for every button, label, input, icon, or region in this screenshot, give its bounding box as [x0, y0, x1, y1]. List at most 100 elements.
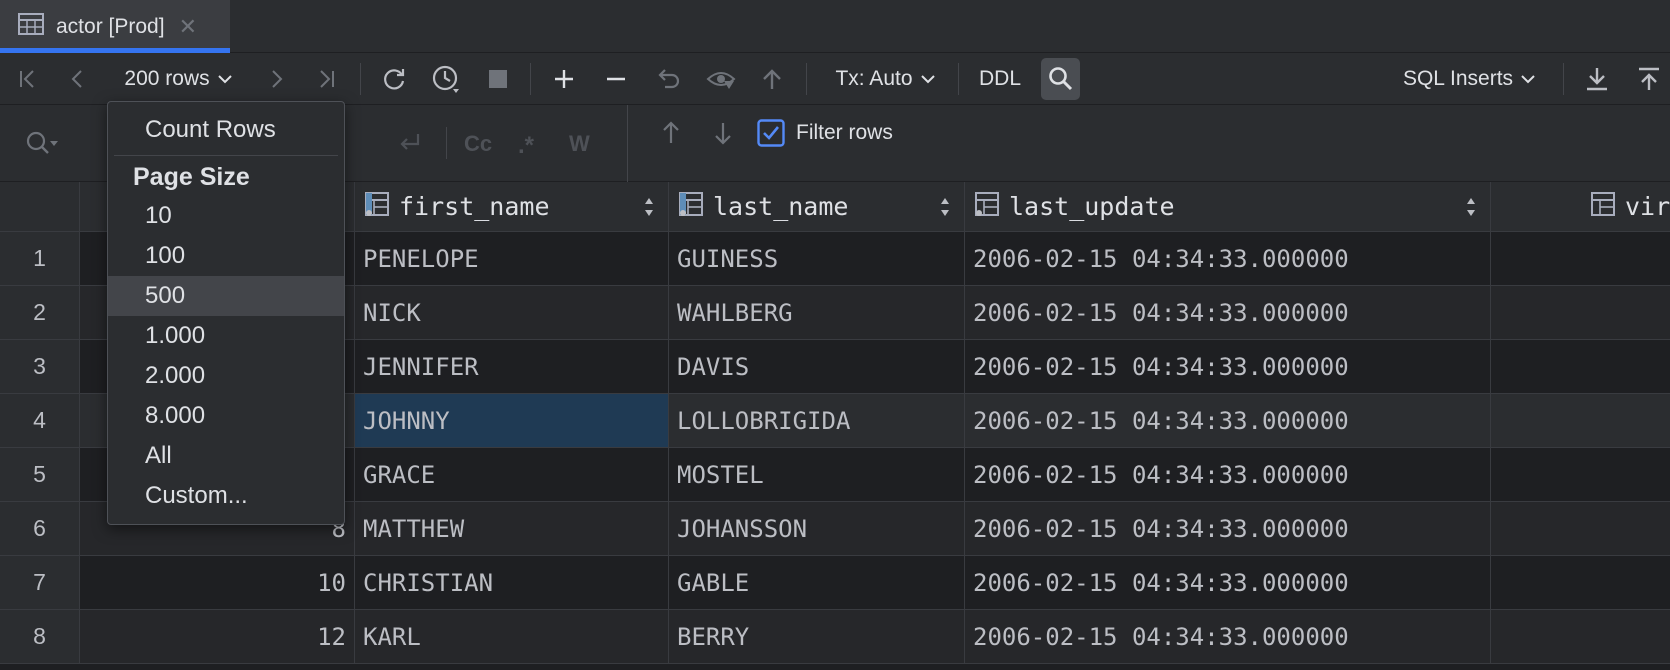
cell-last-update[interactable]: 2006-02-15 04:34:33.000000 — [965, 448, 1491, 501]
column-icon — [363, 190, 391, 223]
ddl-label: DDL — [978, 67, 1021, 90]
close-icon[interactable]: ✕ — [179, 14, 197, 40]
page-size-option-2000[interactable]: 2.000 — [108, 356, 344, 396]
cell-last-name[interactable]: BERRY — [669, 610, 965, 663]
sort-icon[interactable] — [1466, 197, 1476, 217]
chevron-down-icon — [920, 74, 935, 84]
cell-vir[interactable] — [1491, 394, 1670, 447]
filter-rows-checkbox[interactable] — [754, 105, 788, 161]
cell-vir[interactable] — [1491, 610, 1670, 663]
previous-match-icon[interactable] — [655, 105, 687, 161]
cell-last-update[interactable]: 2006-02-15 04:34:33.000000 — [965, 610, 1491, 663]
row-number[interactable]: 3 — [0, 340, 80, 393]
tab-actor-prod[interactable]: actor [Prod] ✕ — [0, 0, 230, 53]
cell-first-name[interactable]: CHRISTIAN — [355, 556, 669, 609]
delete-row-icon[interactable] — [600, 53, 632, 105]
last-page-icon[interactable] — [310, 53, 342, 105]
new-line-icon[interactable] — [392, 117, 426, 169]
upload-icon[interactable] — [1632, 53, 1666, 105]
table-row[interactable]: 8 12 KARL BERRY 2006-02-15 04:34:33.0000… — [0, 610, 1670, 664]
next-page-icon[interactable] — [260, 53, 292, 105]
sort-icon[interactable] — [644, 197, 654, 217]
cell-first-name[interactable]: JENNIFER — [355, 340, 669, 393]
cell-last-name[interactable]: WAHLBERG — [669, 286, 965, 339]
cell-last-name[interactable]: JOHANSSON — [669, 502, 965, 555]
page-size-option-100[interactable]: 100 — [108, 236, 344, 276]
cell-first-name[interactable]: KARL — [355, 610, 669, 663]
cell-last-update[interactable]: 2006-02-15 04:34:33.000000 — [965, 340, 1491, 393]
page-size-dropdown[interactable]: 200 rows — [112, 53, 244, 105]
page-size-option-custom[interactable]: Custom... — [108, 476, 344, 516]
cell-last-name[interactable]: GABLE — [669, 556, 965, 609]
cell-vir[interactable] — [1491, 286, 1670, 339]
match-case-icon[interactable]: Cc — [460, 117, 500, 169]
page-size-option-500[interactable]: 500 — [108, 276, 344, 316]
cell-last-update[interactable]: 2006-02-15 04:34:33.000000 — [965, 556, 1491, 609]
cell-vir[interactable] — [1491, 502, 1670, 555]
refresh-icon[interactable] — [378, 53, 410, 105]
row-number[interactable]: 8 — [0, 610, 80, 663]
page-size-header: Page Size — [133, 162, 250, 191]
row-number[interactable]: 5 — [0, 448, 80, 501]
sort-icon[interactable] — [940, 197, 950, 217]
add-row-icon[interactable] — [548, 53, 580, 105]
regex-icon[interactable]: .* — [513, 117, 549, 169]
page-size-option-8000[interactable]: 8.000 — [108, 396, 344, 436]
stop-icon[interactable] — [482, 53, 514, 105]
row-number[interactable]: 1 — [0, 232, 80, 285]
row-number[interactable]: 2 — [0, 286, 80, 339]
column-icon — [677, 190, 705, 223]
cell-last-update[interactable]: 2006-02-15 04:34:33.000000 — [965, 232, 1491, 285]
cell-last-name[interactable]: GUINESS — [669, 232, 965, 285]
previous-page-icon[interactable] — [62, 53, 94, 105]
page-size-option-all[interactable]: All — [108, 436, 344, 476]
column-header-last-name[interactable]: last_name — [669, 182, 965, 232]
cell-last-update[interactable]: 2006-02-15 04:34:33.000000 — [965, 502, 1491, 555]
row-number-header — [0, 182, 80, 232]
toolbar-separator — [1563, 63, 1564, 95]
count-rows-menu-item[interactable]: Count Rows — [108, 110, 344, 150]
cell-last-name[interactable]: LOLLOBRIGIDA — [669, 394, 965, 447]
search-options-icon[interactable] — [22, 117, 62, 169]
ddl-button[interactable]: DDL — [972, 53, 1028, 105]
row-number[interactable]: 4 — [0, 394, 80, 447]
cell-id[interactable]: 12 — [80, 610, 355, 663]
first-page-icon[interactable] — [12, 53, 44, 105]
data-editor-toolbar: 200 rows Tx: Auto DDL SQL Inserts — [0, 53, 1670, 105]
export-format-dropdown[interactable]: SQL Inserts — [1396, 53, 1542, 105]
column-header-first-name[interactable]: first_name — [355, 182, 669, 232]
cell-vir[interactable] — [1491, 340, 1670, 393]
cell-last-update[interactable]: 2006-02-15 04:34:33.000000 — [965, 286, 1491, 339]
row-number[interactable]: 6 — [0, 502, 80, 555]
transaction-mode-dropdown[interactable]: Tx: Auto — [826, 53, 944, 105]
transaction-mode-label: Tx: Auto — [835, 67, 913, 90]
column-header-vir[interactable]: vir — [1491, 182, 1670, 232]
cell-vir[interactable] — [1491, 232, 1670, 285]
cell-first-name[interactable]: MATTHEW — [355, 502, 669, 555]
cell-first-name[interactable]: PENELOPE — [355, 232, 669, 285]
preview-changes-icon[interactable] — [704, 53, 738, 105]
cell-first-name[interactable]: GRACE — [355, 448, 669, 501]
whole-words-icon[interactable]: W — [564, 117, 600, 169]
page-size-option-10[interactable]: 10 — [108, 196, 344, 236]
history-icon[interactable] — [428, 53, 464, 105]
filter-rows-label-wrap: Filter rows — [796, 105, 893, 161]
page-size-option-1000[interactable]: 1.000 — [108, 316, 344, 356]
cell-vir[interactable] — [1491, 556, 1670, 609]
table-row[interactable]: 7 10 CHRISTIAN GABLE 2006-02-15 04:34:33… — [0, 556, 1670, 610]
next-match-icon[interactable] — [707, 105, 739, 161]
search-icon[interactable] — [1041, 58, 1080, 100]
submit-icon[interactable] — [756, 53, 788, 105]
cell-id[interactable]: 10 — [80, 556, 355, 609]
cell-last-name[interactable]: DAVIS — [669, 340, 965, 393]
cell-last-update[interactable]: 2006-02-15 04:34:33.000000 — [965, 394, 1491, 447]
download-icon[interactable] — [1580, 53, 1614, 105]
column-header-last-update[interactable]: last_update — [965, 182, 1491, 232]
cell-first-name[interactable]: NICK — [355, 286, 669, 339]
cell-last-name[interactable]: MOSTEL — [669, 448, 965, 501]
cell-vir[interactable] — [1491, 448, 1670, 501]
cell-first-name-selected[interactable]: JOHNNY — [355, 394, 669, 447]
row-number[interactable]: 7 — [0, 556, 80, 609]
table-icon — [18, 13, 44, 40]
revert-icon[interactable] — [652, 53, 684, 105]
